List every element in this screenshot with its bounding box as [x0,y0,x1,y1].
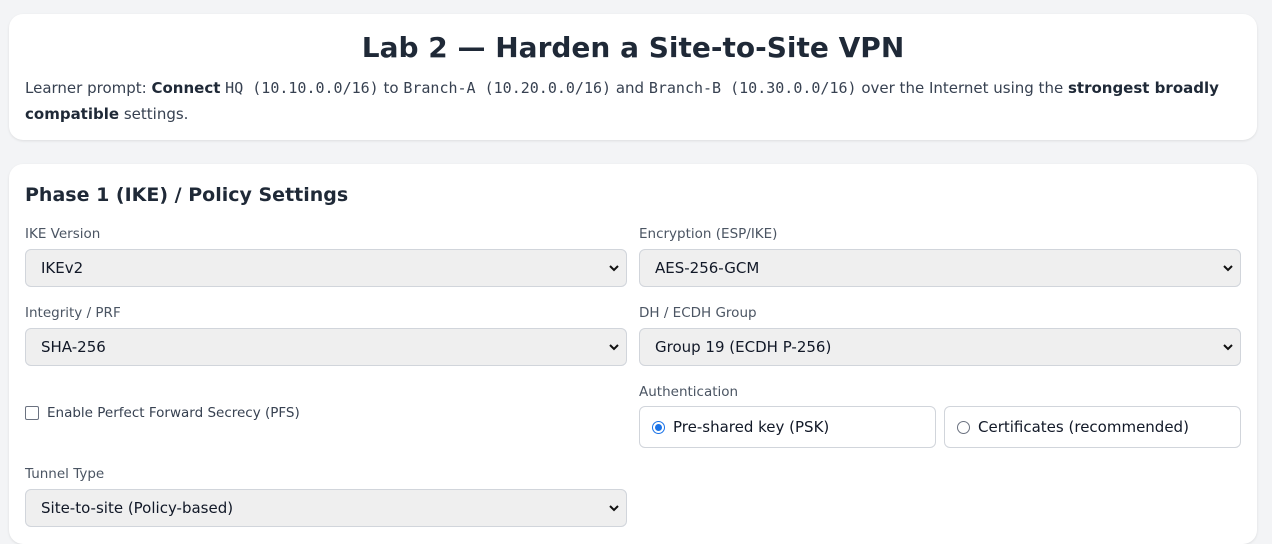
certificates-label: Certificates (recommended) [978,418,1189,436]
encryption-field: Encryption (ESP/IKE) AES-256-GCM [639,225,1241,287]
integrity-value: SHA-256 [41,338,106,356]
tunnel-type-value: Site-to-site (Policy-based) [41,499,234,517]
ike-version-select[interactable]: IKEv2 [25,249,627,287]
learner-prompt: Learner prompt: Connect HQ (10.10.0.0/16… [25,75,1241,127]
prompt-and: and [615,79,645,97]
chevron-down-icon [608,250,620,286]
chevron-down-icon [608,329,620,365]
chevron-down-icon [1222,250,1234,286]
prompt-to: to [383,79,399,97]
branch-b-network: Branch-B (10.30.0.0/16) [648,79,857,97]
prompt-over: over the Internet using the [861,79,1064,97]
prompt-connect: Connect [151,79,221,97]
chevron-down-icon [608,490,620,526]
psk-label: Pre-shared key (PSK) [673,418,830,436]
section-title: Phase 1 (IKE) / Policy Settings [25,184,349,206]
prompt-label: Learner prompt: [25,79,147,97]
integrity-select[interactable]: SHA-256 [25,328,627,366]
phase1-settings-card: Phase 1 (IKE) / Policy Settings IKE Vers… [9,164,1257,544]
pfs-checkbox[interactable] [25,406,39,420]
authentication-field: Authentication [639,383,1241,407]
dh-group-select[interactable]: Group 19 (ECDH P-256) [639,328,1241,366]
psk-radio[interactable] [652,420,665,434]
encryption-value: AES-256-GCM [655,259,760,277]
ike-version-value: IKEv2 [41,259,84,277]
prompt-settings: settings. [123,105,189,123]
hq-network: HQ (10.10.0.0/16) [225,79,379,97]
tunnel-type-label: Tunnel Type [25,466,105,482]
lab-header-card: Lab 2 — Harden a Site-to-Site VPN Learne… [9,14,1257,140]
integrity-field: Integrity / PRF SHA-256 [25,304,627,366]
pfs-checkbox-row[interactable]: Enable Perfect Forward Secrecy (PFS) [25,405,300,421]
encryption-select[interactable]: AES-256-GCM [639,249,1241,287]
auth-option-certificates[interactable]: Certificates (recommended) [944,406,1241,448]
dh-group-value: Group 19 (ECDH P-256) [655,338,832,356]
tunnel-type-select[interactable]: Site-to-site (Policy-based) [25,489,627,527]
ike-version-field: IKE Version IKEv2 [25,225,627,287]
integrity-label: Integrity / PRF [25,305,121,321]
ike-version-label: IKE Version [25,226,101,242]
page-title: Lab 2 — Harden a Site-to-Site VPN [361,31,905,64]
branch-a-network: Branch-A (10.20.0.0/16) [403,79,612,97]
tunnel-type-field: Tunnel Type Site-to-site (Policy-based) [25,465,627,527]
certificates-radio[interactable] [957,420,970,434]
dh-group-label: DH / ECDH Group [639,305,757,321]
authentication-label: Authentication [639,384,739,400]
encryption-label: Encryption (ESP/IKE) [639,226,778,242]
pfs-label: Enable Perfect Forward Secrecy (PFS) [47,405,300,421]
auth-option-psk[interactable]: Pre-shared key (PSK) [639,406,936,448]
chevron-down-icon [1222,329,1234,365]
dh-group-field: DH / ECDH Group Group 19 (ECDH P-256) [639,304,1241,366]
